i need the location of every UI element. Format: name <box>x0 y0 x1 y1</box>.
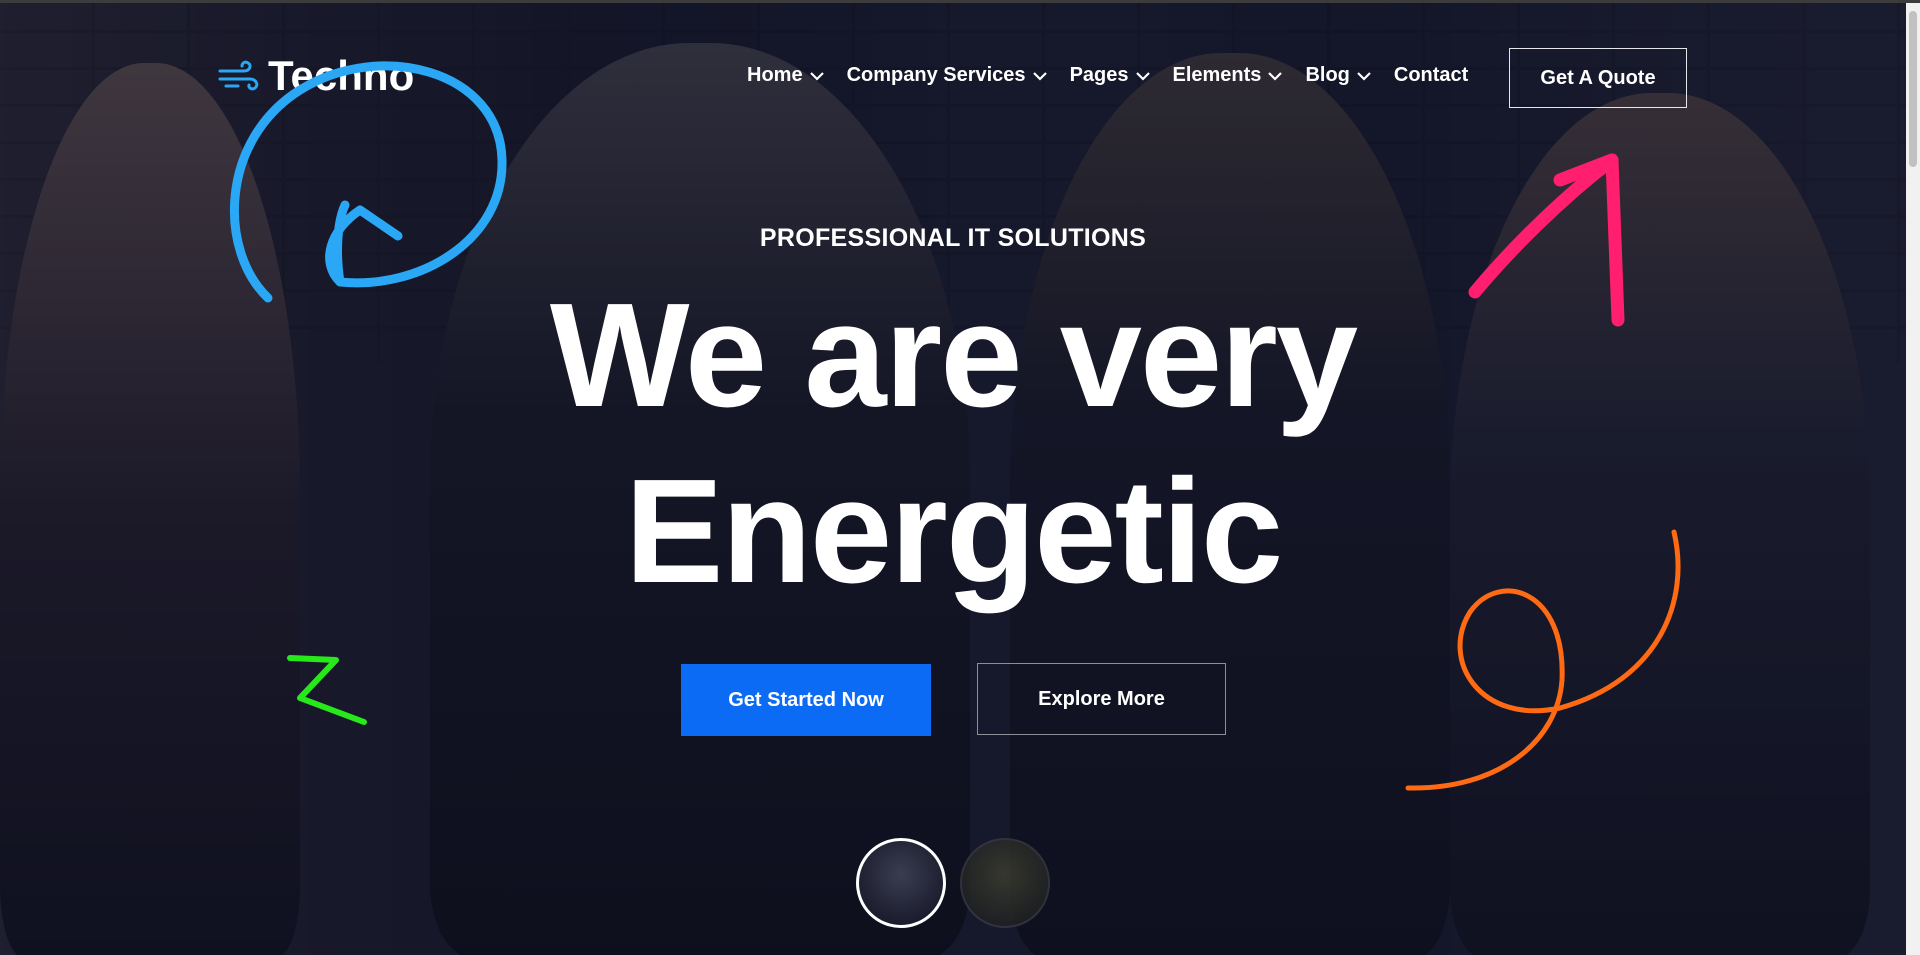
scrollbar-thumb[interactable] <box>1909 11 1917 167</box>
nav-item-contact[interactable]: Contact <box>1394 64 1468 87</box>
hero-headline: We are very Energetic <box>0 268 1906 620</box>
site-logo[interactable]: Techno <box>218 52 414 100</box>
headline-line-1: We are very <box>549 273 1358 438</box>
explore-more-button[interactable]: Explore More <box>977 663 1226 735</box>
nav-label: Pages <box>1069 64 1129 86</box>
nav-label: Contact <box>1393 64 1469 86</box>
chevron-down-icon <box>1268 71 1283 81</box>
slider-thumb-2[interactable] <box>960 838 1050 928</box>
main-navigation: Home Company Services Pages Elements Blo… <box>747 64 1490 87</box>
nav-label: Elements <box>1172 64 1262 86</box>
nav-item-company-services[interactable]: Company Services <box>847 64 1048 87</box>
chevron-down-icon <box>809 71 824 81</box>
logo-text: Techno <box>268 52 415 99</box>
chevron-down-icon <box>1135 71 1150 81</box>
wind-logo-icon <box>218 60 259 91</box>
nav-label: Blog <box>1305 64 1350 86</box>
nav-item-home[interactable]: Home <box>747 64 825 87</box>
chevron-down-icon <box>1357 71 1371 81</box>
nav-item-pages[interactable]: Pages <box>1070 64 1151 87</box>
get-a-quote-button[interactable]: Get A Quote <box>1509 48 1687 108</box>
vertical-scrollbar[interactable] <box>1906 3 1920 955</box>
nav-label: Home <box>747 64 803 86</box>
hero-subtitle: PROFESSIONAL IT SOLUTIONS <box>759 224 1147 252</box>
headline-line-2: Energetic <box>624 449 1283 614</box>
chevron-down-icon <box>1032 71 1047 81</box>
nav-item-blog[interactable]: Blog <box>1305 64 1371 87</box>
nav-item-elements[interactable]: Elements <box>1173 64 1284 87</box>
nav-label: Company Services <box>846 64 1026 86</box>
slider-thumb-1[interactable] <box>856 838 946 928</box>
get-started-button[interactable]: Get Started Now <box>681 664 931 736</box>
